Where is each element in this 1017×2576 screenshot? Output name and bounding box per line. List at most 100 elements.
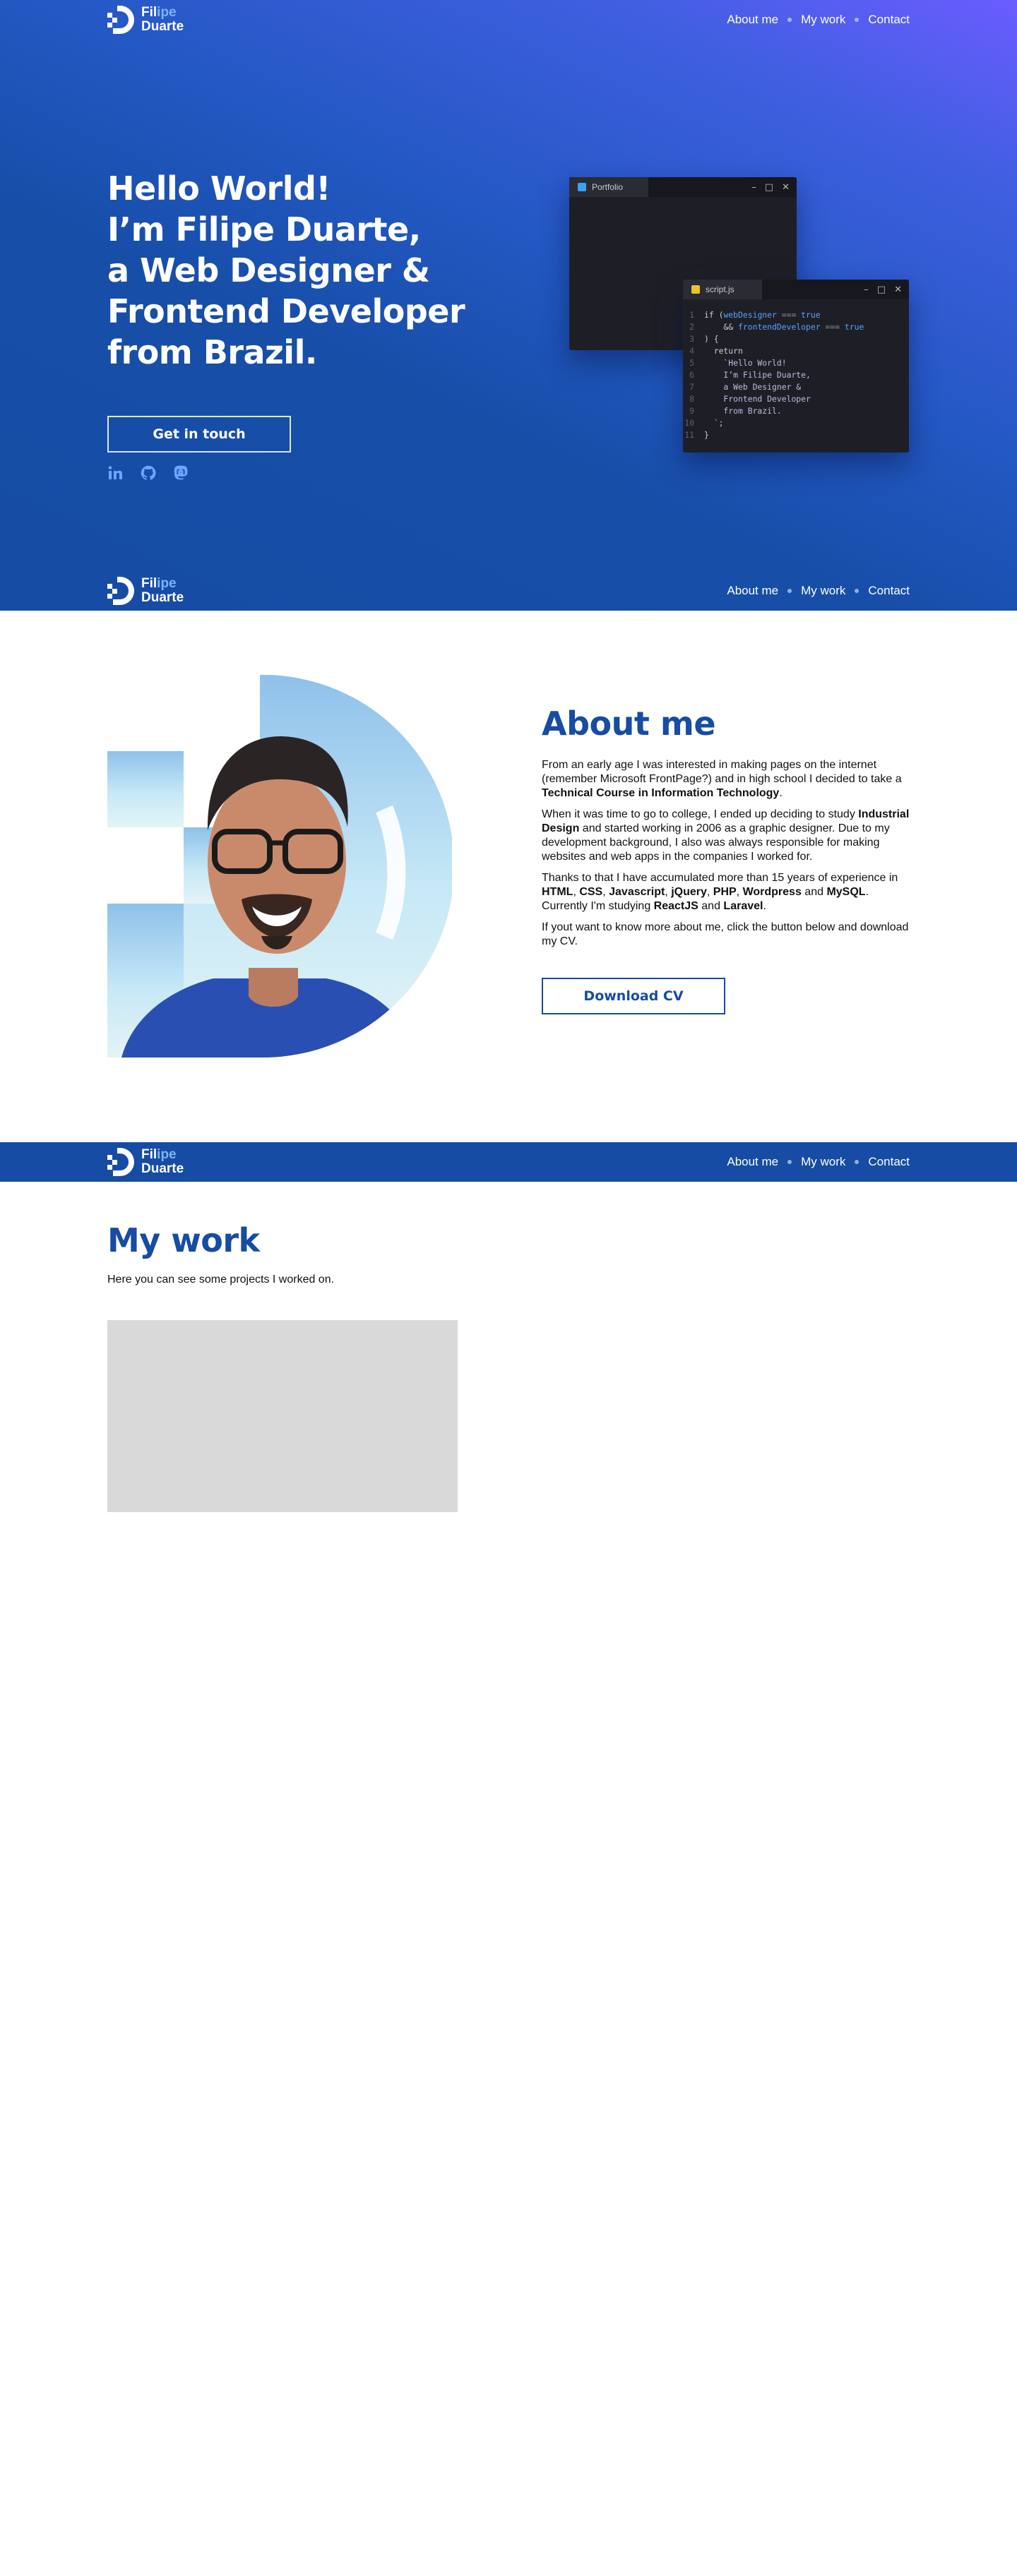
about-paragraph: Thanks to that I have accumulated more t… xyxy=(542,871,916,913)
highlight-text: HTML xyxy=(542,886,573,898)
body-text: and xyxy=(801,886,827,898)
nav-link-work[interactable]: My work xyxy=(801,1155,845,1169)
nav-separator xyxy=(855,589,860,593)
close-icon[interactable]: ✕ xyxy=(894,285,902,294)
javascript-file-icon xyxy=(691,285,700,294)
site-logo[interactable]: Filipe Duarte xyxy=(107,6,184,34)
work-subtitle: Here you can see some projects I worked … xyxy=(107,1274,335,1286)
nav-links: About me My work Contact xyxy=(727,1155,910,1169)
nav-separator xyxy=(855,1160,860,1164)
hero-line: from Brazil. xyxy=(107,333,317,371)
vscode-icon xyxy=(578,183,586,191)
body-text: , xyxy=(602,886,609,898)
nav-separator xyxy=(787,1160,792,1164)
window-titlebar: script.js – □ ✕ xyxy=(683,280,909,299)
body-text: From an early age I was interested in ma… xyxy=(542,759,902,785)
about-paragraph: If yout want to know more about me, clic… xyxy=(542,921,916,949)
line-number: 4 xyxy=(689,346,694,356)
nav-link-about[interactable]: About me xyxy=(727,13,778,27)
line-number: 5 xyxy=(689,358,694,368)
code-line: 2 && frontendDeveloper === true xyxy=(683,321,909,333)
line-number: 9 xyxy=(689,406,694,416)
code-token: a Web Designer & xyxy=(704,382,802,392)
project-card[interactable] xyxy=(107,1320,458,1512)
code-token: if ( xyxy=(704,310,724,320)
logo-mark-icon xyxy=(107,577,134,605)
github-icon[interactable] xyxy=(140,465,157,481)
line-number: 11 xyxy=(684,430,694,440)
code-line: 1 if (webDesigner === true xyxy=(683,309,909,321)
linkedin-icon[interactable] xyxy=(107,465,124,481)
window-controls: – □ ✕ xyxy=(864,280,902,299)
maximize-icon[interactable]: □ xyxy=(765,183,773,192)
logo-first-highlight: ipe xyxy=(157,576,177,591)
about-title: About me xyxy=(542,705,716,743)
highlight-text: ReactJS xyxy=(653,900,698,912)
profile-photo xyxy=(107,675,452,1058)
nav-link-about[interactable]: About me xyxy=(727,584,778,598)
logo-first-highlight: ipe xyxy=(157,5,177,20)
code-editor: 1 if (webDesigner === true 2 && frontendDe… xyxy=(683,299,909,441)
code-token: && xyxy=(704,322,739,332)
about-paragraph: When it was time to go to college, I end… xyxy=(542,808,916,864)
highlight-text: Laravel xyxy=(723,900,763,912)
nav-links: About me My work Contact xyxy=(727,584,910,598)
hero-line: Hello World! xyxy=(107,169,331,208)
nav-link-contact[interactable]: Contact xyxy=(868,584,910,598)
nav-link-contact[interactable]: Contact xyxy=(868,13,910,27)
body-text: , xyxy=(736,886,743,898)
code-token: true xyxy=(844,322,864,332)
close-icon[interactable]: ✕ xyxy=(782,183,790,192)
logo-last: Duarte xyxy=(141,19,184,34)
nav-link-work[interactable]: My work xyxy=(801,584,845,598)
social-links xyxy=(107,465,189,481)
download-cv-button[interactable]: Download CV xyxy=(542,978,725,1014)
window-controls: – □ ✕ xyxy=(751,177,790,197)
tab-portfolio[interactable]: Portfolio xyxy=(569,177,648,197)
tab-script-js[interactable]: script.js xyxy=(683,280,762,299)
code-line: 9 from Brazil. xyxy=(683,405,909,417)
about-paragraph: From an early age I was interested in ma… xyxy=(542,758,916,801)
code-token: Frontend Developer xyxy=(704,394,811,404)
logo-text: Filipe Duarte xyxy=(141,6,184,34)
body-text: . xyxy=(763,900,766,912)
nav-separator xyxy=(787,18,792,22)
mastodon-icon[interactable] xyxy=(172,465,189,481)
maximize-icon[interactable]: □ xyxy=(877,285,886,294)
body-text: , xyxy=(665,886,672,898)
nav-link-about[interactable]: About me xyxy=(727,1155,778,1169)
code-line: 6 I’m Filipe Duarte, xyxy=(683,369,909,381)
minimize-icon[interactable]: – xyxy=(864,285,869,294)
code-line: 11} xyxy=(683,429,909,441)
code-token: true xyxy=(801,310,821,320)
minimize-icon[interactable]: – xyxy=(751,183,756,192)
site-logo[interactable]: Filipe Duarte xyxy=(107,1148,184,1176)
code-token: return xyxy=(704,346,743,356)
nav-link-contact[interactable]: Contact xyxy=(868,1155,910,1169)
logo-first: Fil xyxy=(141,5,157,20)
window-titlebar: Portfolio – □ ✕ xyxy=(569,177,797,197)
script-window: script.js – □ ✕ 1 if (webDesigner === tru… xyxy=(683,280,909,453)
code-token: `; xyxy=(704,418,724,428)
code-token: I’m Filipe Duarte, xyxy=(704,370,811,380)
body-text: If yout want to know more about me, clic… xyxy=(542,921,909,947)
line-number: 6 xyxy=(689,370,694,380)
logo-first: Fil xyxy=(141,1147,157,1162)
highlight-text: PHP xyxy=(713,886,737,898)
body-text: and started working in 2006 as a graphic… xyxy=(542,822,890,863)
code-line: 8 Frontend Developer xyxy=(683,393,909,405)
code-token: === xyxy=(776,310,802,320)
nav-link-work[interactable]: My work xyxy=(801,13,845,27)
nav-links: About me My work Contact xyxy=(727,13,910,27)
code-token: webDesigner xyxy=(723,310,777,320)
tab-label: Portfolio xyxy=(592,182,624,192)
line-number: 1 xyxy=(689,310,694,320)
logo-first: Fil xyxy=(141,576,157,591)
get-in-touch-button[interactable]: Get in touch xyxy=(107,416,291,453)
logo-mark-icon xyxy=(107,6,134,34)
body-text: . xyxy=(779,787,783,799)
line-number: 8 xyxy=(689,394,694,404)
code-line: 10 `; xyxy=(683,417,909,429)
hero-line: a Web Designer & xyxy=(107,251,430,289)
site-logo[interactable]: Filipe Duarte xyxy=(107,577,184,605)
